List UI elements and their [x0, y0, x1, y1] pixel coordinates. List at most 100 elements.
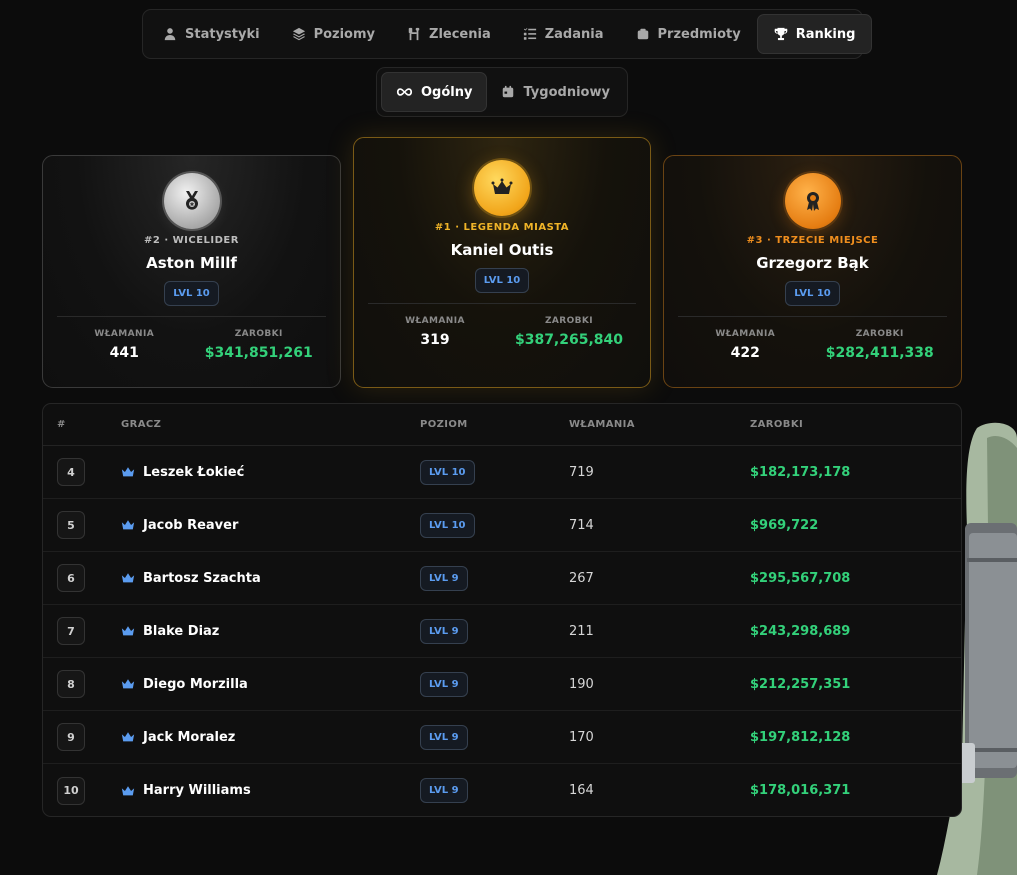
rank-label: #2 · WICELIDER [144, 235, 239, 246]
crown-icon [121, 573, 135, 583]
earnings-value: $182,173,178 [750, 464, 851, 480]
player-name: Blake Diaz [143, 623, 220, 639]
level-badge: LVL 9 [420, 778, 468, 803]
breakins-value: 714 [569, 517, 594, 533]
tab-tygodniowy[interactable]: Tygodniowy [487, 72, 623, 112]
tab-statystyki[interactable]: Statystyki [147, 14, 276, 54]
earnings-value: $282,411,338 [825, 345, 934, 361]
level-badge: LVL 9 [420, 565, 468, 591]
table-row: 7 Blake Diaz LVL 9 211 $243,298,689 [43, 605, 961, 658]
level-badge: LVL 10 [474, 268, 530, 293]
rank-number: 10 [57, 776, 85, 805]
breakins-value: 441 [109, 345, 139, 361]
player-name: Leszek Łokieć [143, 464, 245, 480]
breakins-value: 719 [569, 464, 594, 480]
player-cell: Harry Williams [121, 783, 251, 798]
player-name: Aston Millf [146, 254, 237, 272]
earnings-label: ZAROBKI [544, 316, 594, 326]
table-row: 4 Leszek Łokieć LVL 10 719 $182,173,178 [43, 446, 961, 499]
tab-poziomy[interactable]: Poziomy [276, 14, 391, 54]
crown-icon [121, 732, 135, 742]
tab-ranking[interactable]: Ranking [756, 14, 873, 54]
player-name: Jacob Reaver [143, 517, 239, 533]
level-badge: LVL 10 [420, 459, 475, 485]
earnings-label: ZAROBKI [234, 329, 283, 339]
player-cell: Leszek Łokieć [121, 465, 244, 480]
tab-przedmioty[interactable]: Przedmioty [620, 14, 757, 54]
level-badge: LVL 9 [420, 618, 468, 644]
earnings-value: $197,812,128 [750, 729, 851, 745]
ranking-period-switch: Ogólny Tygodniowy [376, 67, 628, 117]
earnings-value: $295,567,708 [750, 570, 851, 586]
calendar-icon [503, 85, 514, 98]
tab-label: Zlecenia [429, 26, 491, 42]
earnings-value: $341,851,261 [204, 345, 313, 361]
podium-card-third: #3 · TRZECIE MIEJSCE Grzegorz Bąk LVL 10… [663, 155, 962, 388]
crown-icon [121, 520, 135, 530]
tab-ogolny[interactable]: Ogólny [381, 72, 488, 112]
header-breakins: WŁAMANIA [569, 419, 635, 430]
breakins-value: 319 [420, 332, 450, 348]
checklist-icon [523, 27, 536, 40]
player-cell: Bartosz Szachta [121, 571, 261, 586]
breakins-label: WŁAMANIA [715, 329, 776, 339]
podium-card-second: #2 · WICELIDER Aston Millf LVL 10 WŁAMAN… [42, 155, 341, 388]
player-name: Harry Williams [143, 783, 251, 798]
main-tab-bar: Statystyki Poziomy Zlecenia Zadania Prze… [142, 9, 873, 59]
trophy-icon [774, 27, 788, 41]
tab-zlecenia[interactable]: Zlecenia [391, 14, 507, 54]
table-row: 6 Bartosz Szachta LVL 9 267 $295,567,708 [43, 552, 961, 605]
layers-icon [292, 27, 305, 41]
tab-label: Poziomy [313, 26, 376, 42]
infinity-icon [396, 88, 413, 96]
rank-number: 8 [57, 670, 85, 698]
box-icon [637, 28, 648, 40]
crown-icon [121, 785, 135, 795]
level-badge: LVL 9 [420, 671, 468, 697]
player-cell: Blake Diaz [121, 624, 219, 639]
tab-label: Ogólny [421, 84, 473, 100]
header-player: GRACZ [121, 419, 162, 430]
tab-label: Przedmioty [657, 26, 741, 42]
breakins-value: 190 [569, 676, 594, 692]
header-earnings: ZAROBKI [750, 419, 804, 430]
award-medal-icon [784, 173, 841, 229]
earnings-value: $212,257,351 [750, 676, 851, 692]
tools-icon [408, 27, 420, 41]
player-cell: Diego Morzilla [121, 677, 248, 692]
earnings-value: $969,722 [750, 517, 819, 533]
podium-card-first: #1 · LEGENDA MIASTA Kaniel Outis LVL 10 … [353, 137, 651, 388]
player-stats: WŁAMANIA 441 ZAROBKI $341,851,261 [57, 316, 326, 361]
rank-number: 6 [57, 564, 85, 592]
breakins-value: 170 [569, 729, 594, 745]
silver-medal-icon [163, 173, 220, 229]
table-header: # GRACZ POZIOM WŁAMANIA ZAROBKI [43, 404, 961, 446]
level-badge: LVL 9 [420, 724, 468, 750]
ranking-table: # GRACZ POZIOM WŁAMANIA ZAROBKI 4 Leszek… [42, 403, 962, 817]
crown-medal-icon [474, 160, 530, 216]
earnings-value: $178,016,371 [750, 783, 851, 798]
rank-number: 7 [57, 617, 85, 645]
earnings-value: $243,298,689 [750, 623, 851, 639]
level-badge: LVL 10 [420, 512, 475, 538]
player-name: Diego Morzilla [143, 676, 248, 692]
crown-icon [121, 679, 135, 689]
tab-zadania[interactable]: Zadania [507, 14, 620, 54]
breakins-value: 164 [569, 783, 594, 798]
breakins-label: WŁAMANIA [405, 316, 465, 326]
user-icon [164, 28, 176, 41]
breakins-value: 211 [569, 623, 594, 639]
player-name: Jack Moralez [143, 729, 236, 745]
level-badge: LVL 10 [164, 281, 219, 306]
player-name: Kaniel Outis [450, 241, 554, 259]
earnings-value: $387,265,840 [514, 332, 624, 348]
table-row: 10 Harry Williams LVL 9 164 $178,016,371 [43, 764, 961, 816]
rank-label: #3 · TRZECIE MIEJSCE [746, 235, 879, 246]
header-num: # [57, 419, 66, 430]
tab-label: Tygodniowy [523, 84, 610, 100]
tab-label: Ranking [795, 26, 856, 42]
breakins-value: 267 [569, 570, 594, 586]
breakins-value: 422 [730, 345, 760, 361]
rank-number: 9 [57, 723, 85, 751]
header-level: POZIOM [420, 419, 468, 430]
